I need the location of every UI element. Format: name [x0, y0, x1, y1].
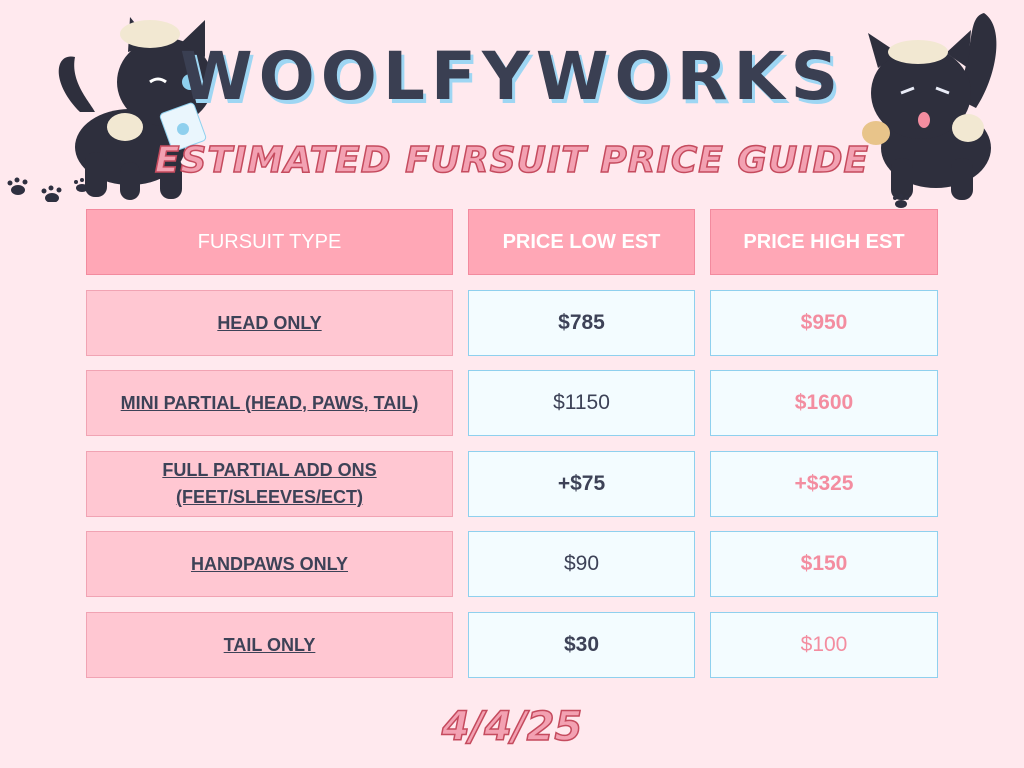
row-type-mini-partial[interactable]: MINI PARTIAL (HEAD, PAWS, TAIL)	[86, 370, 453, 436]
price-high-cell: $1600	[710, 370, 938, 436]
price-high-cell: $950	[710, 290, 938, 356]
price-low-cell: +$75	[468, 451, 695, 517]
brand-title: WOOLFYWORKS	[179, 38, 845, 115]
price-high-cell: $150	[710, 531, 938, 597]
price-low-cell: $1150	[468, 370, 695, 436]
price-high-cell: +$325	[710, 451, 938, 517]
row-type-head-only[interactable]: HEAD ONLY	[86, 290, 453, 356]
price-high-cell: $100	[710, 612, 938, 678]
price-low-cell: $785	[468, 290, 695, 356]
row-type-full-partial-add-ons[interactable]: FULL PARTIAL ADD ONS (FEET/SLEEVES/ECT)	[86, 451, 453, 517]
column-header-low: PRICE LOW EST	[468, 209, 695, 275]
paw-print-icon	[893, 194, 909, 208]
row-type-handpaws-only[interactable]: HANDPAWS ONLY	[86, 531, 453, 597]
column-header-high: PRICE HIGH EST	[710, 209, 938, 275]
paw-print-icon	[7, 177, 90, 202]
page-subtitle: ESTIMATED FURSUIT PRICE GUIDE	[154, 139, 870, 182]
column-header-type: FURSUIT TYPE	[86, 209, 453, 275]
date-label: 4/4/25	[441, 703, 583, 751]
row-type-tail-only[interactable]: TAIL ONLY	[86, 612, 453, 678]
price-low-cell: $30	[468, 612, 695, 678]
price-low-cell: $90	[468, 531, 695, 597]
